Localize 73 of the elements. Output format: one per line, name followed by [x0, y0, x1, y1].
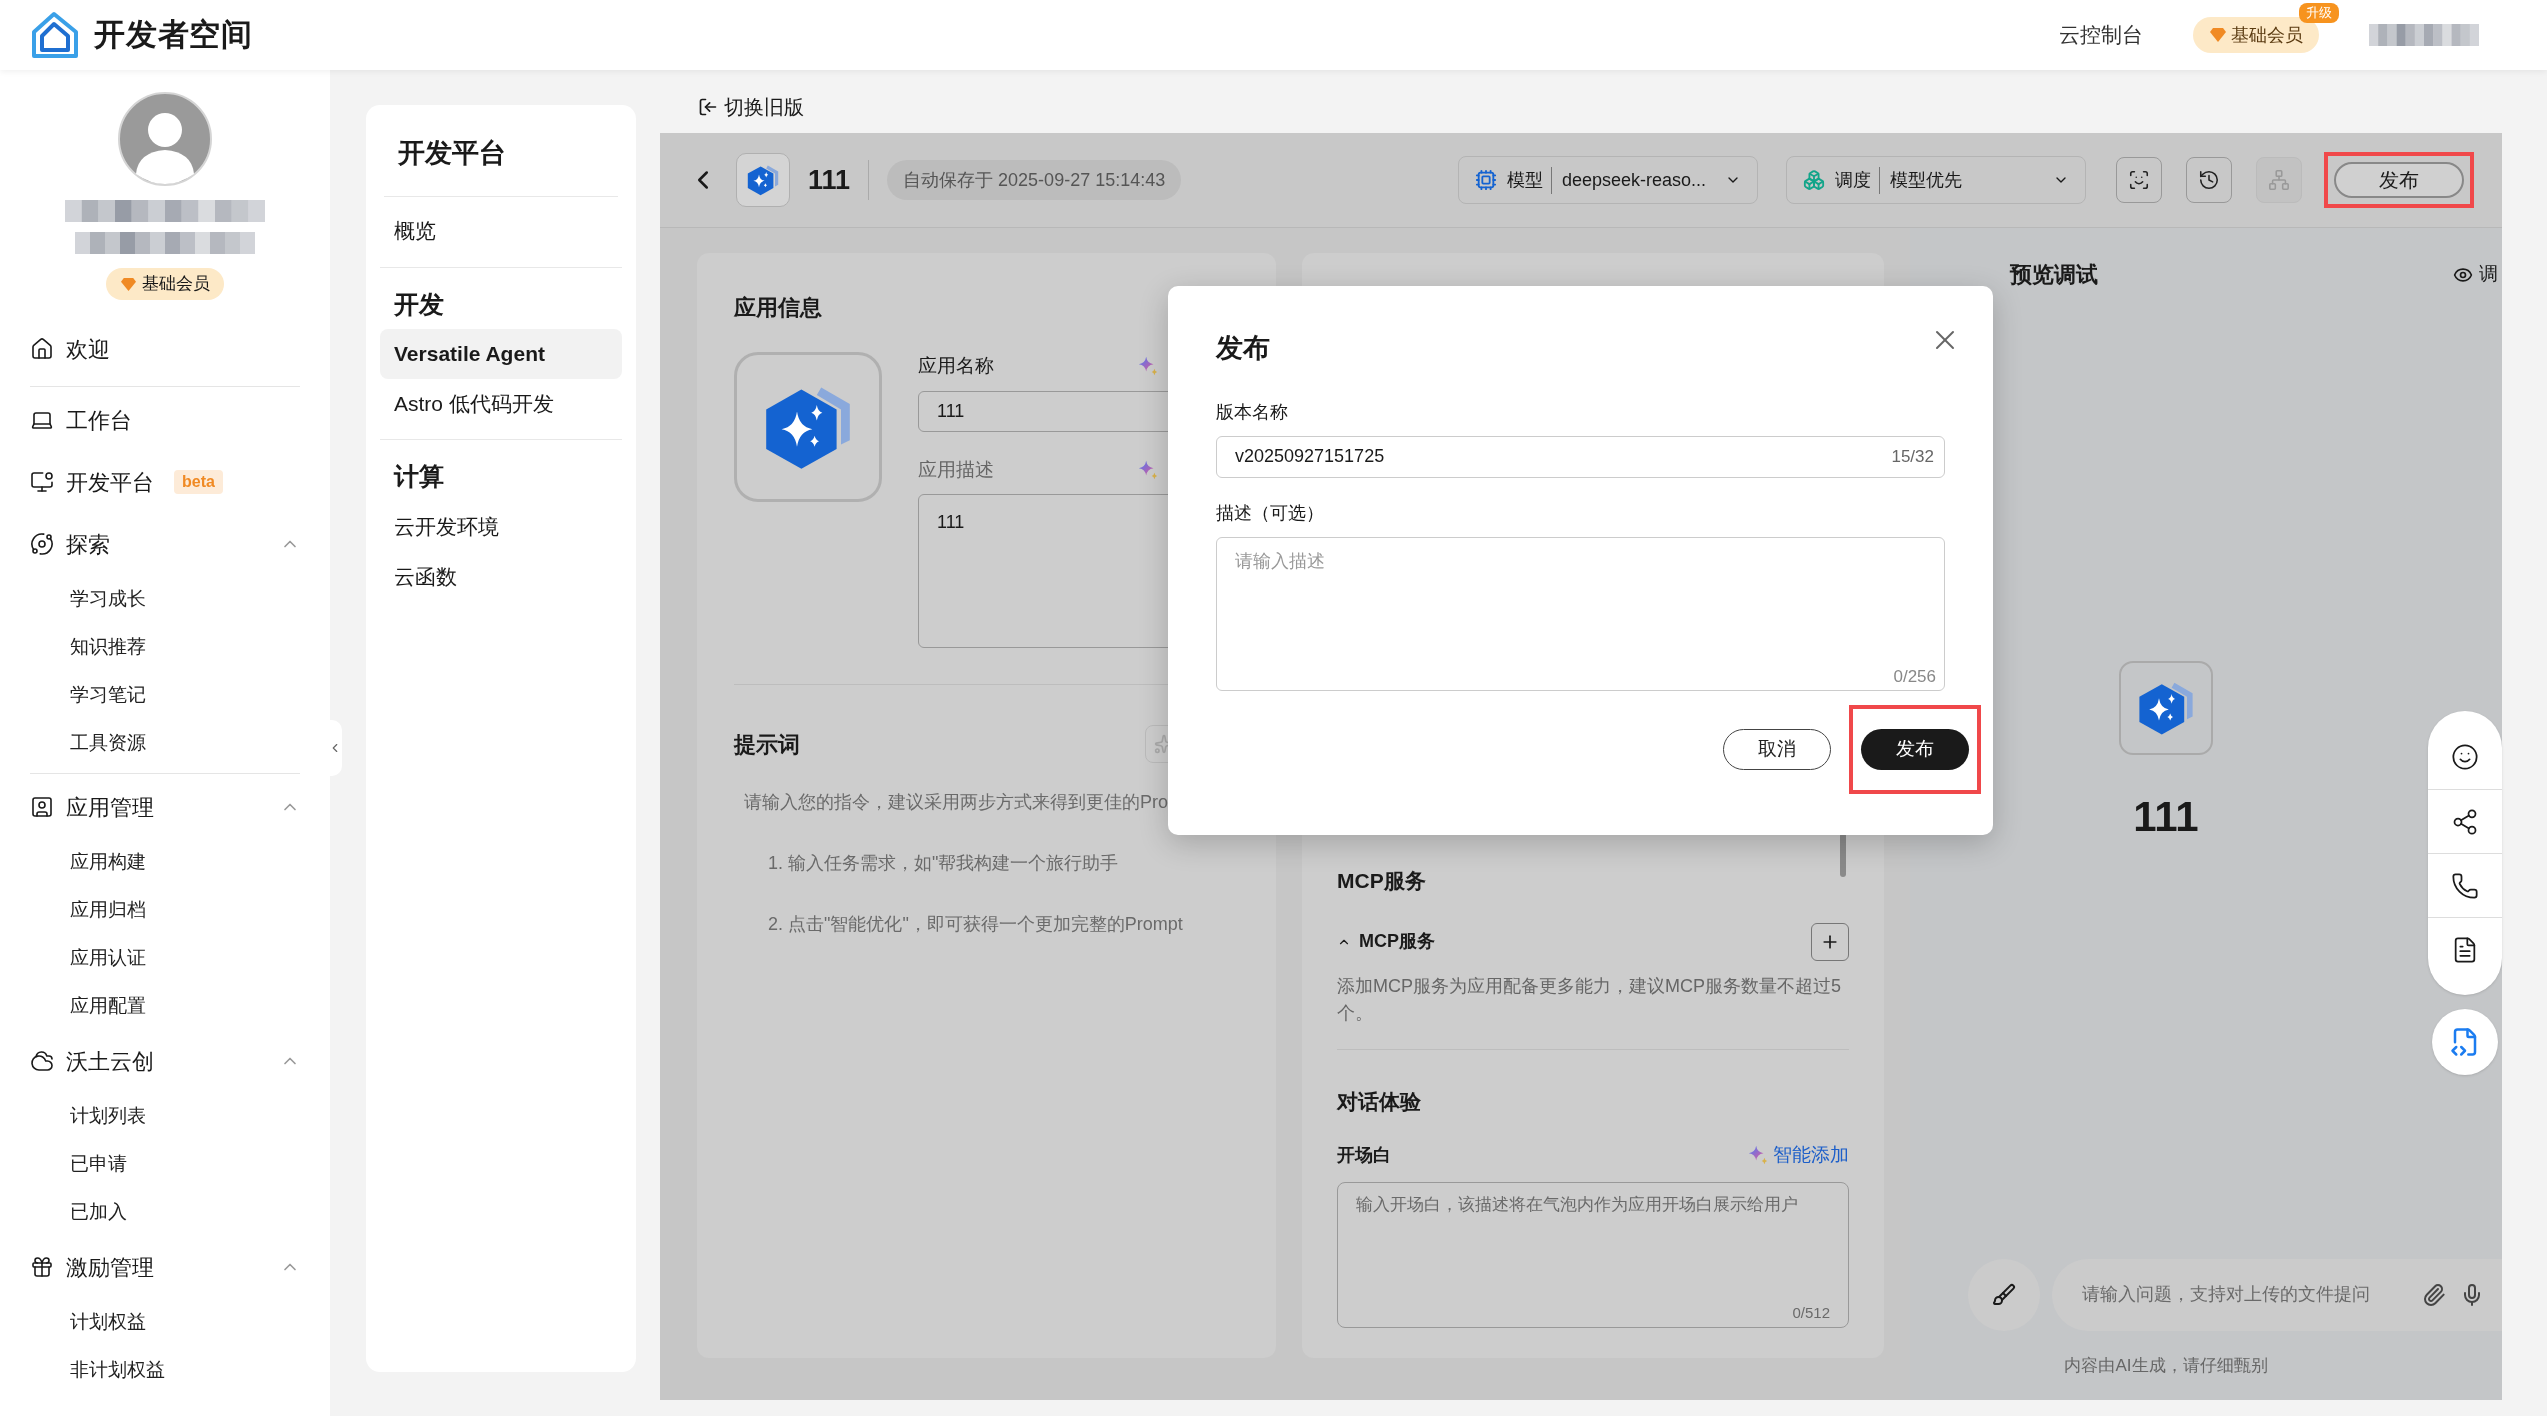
nav-subitem[interactable]: 已申请 — [70, 1140, 300, 1188]
subsection-title: MCP服务 — [1359, 930, 1435, 953]
panel-item[interactable]: 概览 — [380, 204, 622, 257]
membership-label: 基础会员 — [2231, 23, 2303, 47]
nav-item[interactable]: 欢迎 — [30, 318, 300, 380]
nav-item[interactable]: 开发平台 beta — [30, 451, 300, 513]
nav-label: 探索 — [66, 530, 110, 559]
panel-item[interactable]: 云函数 — [380, 551, 622, 602]
prompt-hint: 请输入您的指令，建议采用两步方式来得到更佳的Pro — [744, 791, 1169, 814]
nav-subitem[interactable]: 应用构建 — [70, 838, 300, 886]
nav-group-header[interactable]: 应用管理 — [30, 776, 300, 838]
debug-link[interactable]: 调 — [2453, 260, 2502, 289]
nav-subitem[interactable]: 应用归档 — [70, 886, 300, 934]
mcp-description: 添加MCP服务为应用配备更多能力，建议MCP服务数量不超过5个。 — [1337, 974, 1842, 1025]
nav-label: 工作台 — [66, 406, 132, 435]
nav-subitem[interactable]: 学习成长 — [70, 575, 300, 623]
ai-disclaimer: 内容由AI生成，请仔细甄别 — [2064, 1354, 2269, 1377]
nav-label: 激励管理 — [66, 1253, 154, 1282]
model-select[interactable]: 模型 deepseek-reaso... — [1458, 156, 1758, 204]
nav-subitem[interactable]: 应用配置 — [70, 982, 300, 1030]
field-label: 应用描述 — [918, 457, 994, 482]
nav-subitem[interactable]: 知识推荐 — [70, 623, 300, 671]
autosave-status: 自动保存于 2025-09-27 15:14:43 — [887, 160, 1182, 200]
nav-subitem[interactable]: 应用认证 — [70, 934, 300, 982]
section-title: 计算 — [392, 461, 445, 492]
nav-label: 沃土云创 — [66, 1047, 154, 1076]
nav-item[interactable]: 工作台 — [30, 389, 300, 451]
prompt-step: 1. 输入任务需求，如"帮我构建一个旅行助手 — [744, 850, 1239, 877]
preview-app-name: 111 — [2133, 792, 2199, 842]
nav-label: 欢迎 — [66, 335, 110, 364]
console-link[interactable]: 云控制台 — [2059, 19, 2143, 51]
nav-subitem[interactable]: 计划列表 — [70, 1092, 300, 1140]
switch-old-version-link[interactable]: 切换旧版 — [660, 70, 2502, 133]
section-heading: 应用信息 — [734, 294, 823, 322]
publish-button[interactable]: 发布 — [2334, 162, 2464, 198]
nav-group-header[interactable]: 激励管理 — [30, 1236, 300, 1298]
publish-button[interactable]: 发布 — [1861, 728, 1969, 770]
opening-placeholder: 输入开场白，该描述将在气泡内作为应用开场白展示给用户 — [1356, 1193, 1799, 1216]
section-heading: MCP服务 — [1337, 868, 1427, 894]
nav-group-header[interactable]: 探索 — [30, 513, 300, 575]
nav-label: 开发平台 — [66, 468, 154, 497]
membership-label: 基础会员 — [142, 273, 210, 296]
section-heading: 提示词 — [734, 730, 800, 759]
panel-item[interactable]: Versatile Agent — [380, 329, 622, 379]
panel-item[interactable]: 云开发环境 — [380, 501, 622, 552]
nav-subitem[interactable]: 计划权益 — [70, 1298, 300, 1346]
description-field[interactable]: 请输入描述 0/256 — [1216, 536, 1945, 691]
brand-name: 开发者空间 — [94, 15, 253, 54]
nav-subitem[interactable]: 已加入 — [70, 1188, 300, 1236]
app-name: 111 — [808, 159, 870, 201]
nav-group-header[interactable]: 沃土云创 — [30, 1030, 300, 1092]
character-counter: 0/512 — [1792, 1302, 1830, 1323]
nav-label: 应用管理 — [66, 793, 154, 822]
version-name-field[interactable]: v20250927151725 15/32 — [1216, 435, 1945, 478]
field-label: 应用名称 — [918, 354, 994, 378]
nav-subitem[interactable]: 学习笔记 — [70, 671, 300, 719]
section-title: 开发 — [393, 288, 445, 320]
preview-title: 预览调试 — [2010, 261, 2098, 289]
upgrade-badge: 升级 — [2299, 3, 2339, 23]
section-heading: 对话体验 — [1337, 1088, 1422, 1115]
cancel-button[interactable]: 取消 — [1723, 728, 1831, 770]
beta-badge: beta — [174, 470, 223, 494]
character-counter: 0/256 — [1893, 666, 1936, 688]
schedule-select[interactable]: 调度 模型优先 — [1786, 156, 2086, 204]
prompt-step: 2. 点击"智能优化"，即可获得一个更加完整的Prompt — [744, 911, 1239, 938]
character-counter: 15/32 — [1891, 445, 1934, 468]
panel-item[interactable]: Astro 低代码开发 — [380, 379, 622, 429]
field-label: 开场白 — [1337, 1143, 1391, 1167]
panel-title: 开发平台 — [384, 133, 618, 197]
nav-subitem[interactable]: 工具资源 — [70, 719, 300, 767]
dialog-title: 发布 — [1216, 332, 1270, 365]
smart-add-link[interactable]: 智能添加 — [1747, 1141, 1849, 1170]
nav-subitem[interactable]: 非计划权益 — [70, 1346, 300, 1394]
